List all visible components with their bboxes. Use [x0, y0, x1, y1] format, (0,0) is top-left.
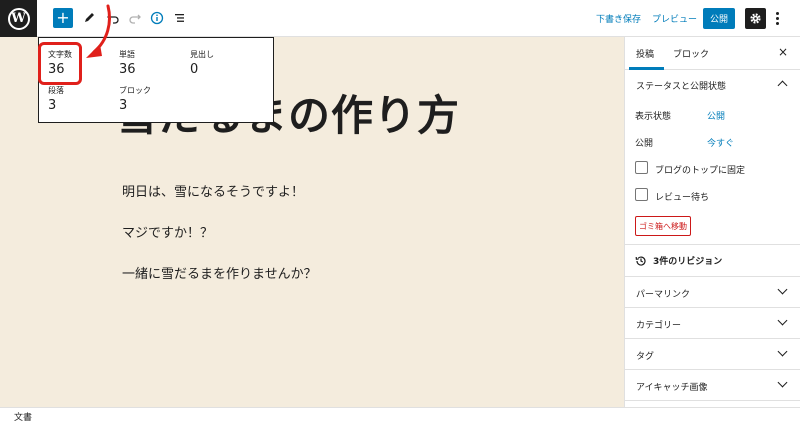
- revisions-label: 3件のリビジョン: [653, 257, 723, 267]
- paragraph-block[interactable]: 明日は、雪になるそうですよ！: [122, 181, 304, 200]
- save-draft-button[interactable]: 下書き保存: [596, 12, 641, 25]
- chevron-down-icon: [777, 284, 788, 295]
- paragraph-block[interactable]: 一緒に雪だるまを作りませんか？: [122, 263, 317, 282]
- close-sidebar-button[interactable]: ×: [778, 45, 788, 59]
- block-breadcrumb-bar: 文書: [0, 407, 800, 422]
- add-block-button[interactable]: +: [53, 8, 73, 28]
- annotation-arrow-icon: [86, 4, 111, 58]
- sidebar-tabs: 投稿 ブロック ×: [625, 37, 800, 70]
- pending-review-label: レビュー待ち: [655, 193, 710, 203]
- settings-button[interactable]: [745, 8, 766, 29]
- panel-title: パーマリンク: [636, 290, 691, 300]
- stat-value: 0: [190, 62, 199, 77]
- divider: [625, 400, 800, 401]
- stat-label: 段落: [48, 86, 64, 95]
- visibility-label: 表示状態: [635, 112, 672, 122]
- status-panel-header[interactable]: ステータスと公開状態: [625, 70, 800, 100]
- categories-panel[interactable]: カテゴリー: [625, 308, 800, 338]
- stat-value: 3: [48, 98, 57, 113]
- publish-button[interactable]: 公開: [703, 8, 735, 29]
- stat-value: 3: [119, 98, 128, 113]
- gear-icon: [750, 13, 761, 24]
- stat-headings: 見出し 0: [190, 49, 214, 77]
- info-icon[interactable]: [147, 8, 167, 28]
- move-to-trash-button[interactable]: ゴミ箱へ移動: [635, 216, 691, 236]
- chevron-down-icon: [777, 377, 788, 388]
- chevron-up-icon: [777, 80, 788, 91]
- chevron-down-icon: [777, 346, 788, 357]
- tab-block[interactable]: ブロック: [673, 47, 709, 60]
- revisions-link[interactable]: 3件のリビジョン: [635, 254, 722, 267]
- list-view-icon[interactable]: [170, 8, 190, 28]
- stat-label: ブロック: [119, 86, 151, 95]
- sticky-checkbox[interactable]: [635, 161, 648, 174]
- featured-image-panel[interactable]: アイキャッチ画像: [625, 370, 800, 400]
- wordpress-logo[interactable]: W: [0, 0, 37, 37]
- annotation-highlight-box: [38, 42, 82, 85]
- preview-button[interactable]: プレビュー: [652, 12, 697, 25]
- stat-label: 見出し: [190, 50, 214, 59]
- panel-title: カテゴリー: [636, 321, 682, 331]
- chevron-down-icon: [777, 315, 788, 326]
- stat-paragraphs: 段落 3: [48, 85, 64, 113]
- sticky-label: ブログのトップに固定: [655, 166, 746, 176]
- pending-review-checkbox[interactable]: [635, 188, 648, 201]
- more-options-button[interactable]: [772, 10, 782, 27]
- tab-post[interactable]: 投稿: [636, 47, 654, 60]
- tags-panel[interactable]: タグ: [625, 339, 800, 369]
- paragraph-block[interactable]: マジですか！？: [122, 222, 213, 241]
- panel-title: タグ: [636, 352, 655, 362]
- wordpress-w-icon: W: [7, 7, 30, 30]
- history-icon: [635, 255, 646, 266]
- permalink-panel[interactable]: パーマリンク: [625, 277, 800, 307]
- visibility-value-link[interactable]: 公開: [707, 109, 725, 122]
- panel-title: アイキャッチ画像: [636, 383, 708, 393]
- stat-blocks: ブロック 3: [119, 85, 151, 113]
- publish-date-link[interactable]: 今すぐ: [707, 136, 734, 149]
- breadcrumb-document[interactable]: 文書: [14, 410, 32, 422]
- panel-title: ステータスと公開状態: [636, 82, 727, 92]
- divider: [625, 244, 800, 245]
- publish-label: 公開: [635, 139, 654, 149]
